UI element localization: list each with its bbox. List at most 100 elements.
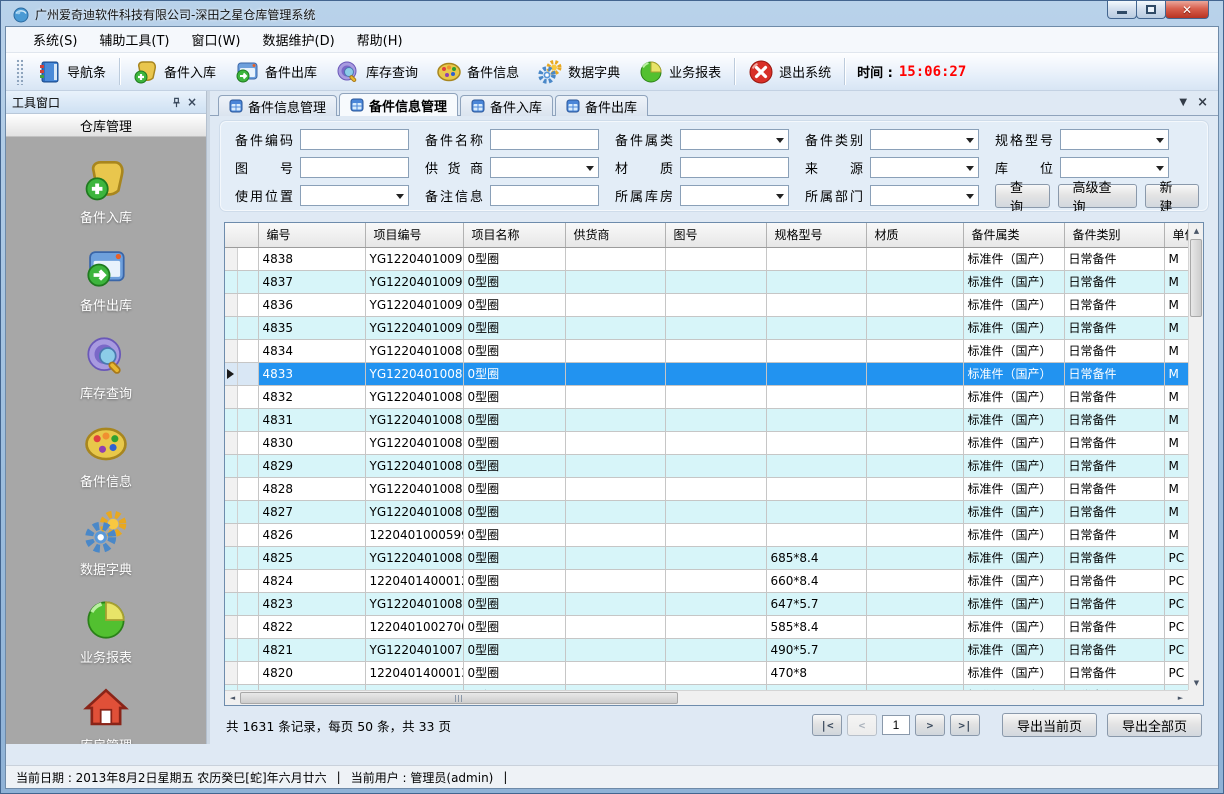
scroll-up-icon[interactable]: ▲ (1189, 223, 1204, 238)
table-row[interactable]: 4825YG122040100810型圈685*8.4标准件（国产）日常备件PC (225, 546, 1190, 569)
column-header-unit[interactable]: 单位 (1164, 223, 1190, 247)
menu-item-system[interactable]: 系统(S) (22, 26, 88, 53)
table-row[interactable]: 4835YG122040100900型圈标准件（国产）日常备件M (225, 316, 1190, 339)
part-code-input[interactable] (300, 129, 409, 150)
part-type-select[interactable] (870, 129, 979, 150)
toolbar-button-stock-query[interactable]: 库存查询 (326, 56, 427, 88)
tab-close-icon[interactable]: × (1197, 96, 1208, 110)
sidebar-item-biz-report[interactable]: 业务报表 (46, 593, 166, 670)
supplier-select[interactable] (490, 157, 599, 178)
table-row[interactable]: 4831YG122040100860型圈标准件（国产）日常备件M (225, 408, 1190, 431)
column-header-part-type[interactable]: 备件类别 (1064, 223, 1164, 247)
column-header-project-no[interactable]: 项目编号 (365, 223, 463, 247)
column-header-part-class[interactable]: 备件属类 (963, 223, 1064, 247)
table-row[interactable]: 482012204014000130型圈470*8标准件（国产）日常备件PC (225, 661, 1190, 684)
row-spacer-cell (237, 523, 258, 546)
source-select[interactable] (870, 157, 979, 178)
first-page-button[interactable]: |< (812, 714, 842, 736)
table-row[interactable]: 4836YG122040100910型圈标准件（国产）日常备件M (225, 293, 1190, 316)
sidebar-item-stock-query[interactable]: 库存查询 (46, 329, 166, 406)
column-header-row-indicator[interactable] (225, 223, 258, 247)
prev-page-button[interactable]: < (847, 714, 877, 736)
toolbar-button-biz-report[interactable]: 业务报表 (629, 56, 730, 88)
sidebar-item-parts-info[interactable]: 备件信息 (46, 417, 166, 494)
page-number-input[interactable] (882, 715, 910, 735)
menu-item-window[interactable]: 窗口(W) (181, 26, 252, 53)
table-row[interactable]: 482412204014000120型圈660*8.4标准件（国产）日常备件PC (225, 569, 1190, 592)
tab-parts-out[interactable]: 备件出库 (555, 95, 648, 116)
table-row[interactable]: 4833YG122040100880型圈标准件（国产）日常备件M (225, 362, 1190, 385)
tab-parts-info-mgmt-2[interactable]: 备件信息管理 (339, 93, 458, 116)
toolbar-button-parts-info[interactable]: 备件信息 (427, 56, 528, 88)
last-page-button[interactable]: >| (950, 714, 980, 736)
remark-input[interactable] (490, 185, 599, 206)
column-header-no[interactable]: 编号 (258, 223, 365, 247)
table-row[interactable]: 4830YG122040100850型圈标准件（国产）日常备件M (225, 431, 1190, 454)
table-row[interactable]: 4834YG122040100890型圈标准件（国产）日常备件M (225, 339, 1190, 362)
column-header-spec-model[interactable]: 规格型号 (766, 223, 866, 247)
query-button[interactable]: 查询 (995, 184, 1050, 208)
part-name-input[interactable] (490, 129, 599, 150)
column-header-drawing-no[interactable]: 图号 (665, 223, 766, 247)
table-row[interactable]: 4838YG122040100930型圈标准件（国产）日常备件M (225, 247, 1190, 270)
table-row[interactable]: 482212204010027000型圈585*8.4标准件（国产）日常备件PC (225, 615, 1190, 638)
horizontal-scroll-thumb[interactable] (240, 692, 678, 704)
sidebar-close-icon[interactable]: × (184, 94, 200, 110)
tab-parts-info-mgmt-1[interactable]: 备件信息管理 (218, 95, 337, 116)
table-row[interactable]: 482612204010005990型圈标准件（国产）日常备件M (225, 523, 1190, 546)
cell-project-name: 0型圈 (463, 270, 565, 293)
material-input[interactable] (680, 157, 789, 178)
warehouse-select[interactable] (680, 185, 789, 206)
new-button[interactable]: 新建 (1145, 184, 1200, 208)
menu-item-data-maintenance[interactable]: 数据维护(D) (252, 26, 346, 53)
department-select[interactable] (870, 185, 979, 206)
vertical-scroll-thumb[interactable] (1190, 239, 1202, 317)
pin-icon[interactable] (168, 94, 184, 110)
column-header-supplier[interactable]: 供货商 (565, 223, 665, 247)
maximize-button[interactable] (1136, 1, 1166, 19)
table-row[interactable]: 4823YG122040100800型圈647*5.7标准件（国产）日常备件PC (225, 592, 1190, 615)
sidebar-item-data-dict[interactable]: 数据字典 (46, 505, 166, 582)
usage-position-select[interactable] (300, 185, 409, 206)
export-current-page-button[interactable]: 导出当前页 (1002, 713, 1097, 737)
menu-item-help[interactable]: 帮助(H) (346, 26, 414, 53)
location-select[interactable] (1060, 157, 1169, 178)
next-page-button[interactable]: > (915, 714, 945, 736)
close-button[interactable]: ✕ (1165, 1, 1209, 19)
vertical-scrollbar[interactable]: ▲ ▼ (1188, 223, 1203, 690)
table-row[interactable]: 4837YG122040100920型圈标准件（国产）日常备件M (225, 270, 1190, 293)
column-header-project-name[interactable]: 项目名称 (463, 223, 565, 247)
warehouse-mgmt-section-header[interactable]: 仓库管理 (6, 114, 206, 137)
sidebar-item-parts-out[interactable]: 备件出库 (46, 241, 166, 318)
chevron-down-icon[interactable]: ▼ (1179, 96, 1187, 110)
tab-parts-in[interactable]: 备件入库 (460, 95, 553, 116)
column-header-material[interactable]: 材质 (866, 223, 963, 247)
scroll-right-icon[interactable]: ► (1173, 691, 1188, 706)
toolbar-button-parts-out[interactable]: 备件出库 (225, 56, 326, 88)
export-all-pages-button[interactable]: 导出全部页 (1107, 713, 1202, 737)
spec-model-select[interactable] (1060, 129, 1169, 150)
minimize-button[interactable] (1107, 1, 1137, 19)
scroll-down-icon[interactable]: ▼ (1189, 675, 1204, 690)
menu-item-assist-tools[interactable]: 辅助工具(T) (88, 26, 180, 53)
cell-no: 4835 (258, 316, 365, 339)
advanced-query-button[interactable]: 高级查询 (1058, 184, 1137, 208)
scroll-left-icon[interactable]: ◄ (225, 691, 240, 706)
table-row[interactable]: 4829YG122040100840型圈标准件（国产）日常备件M (225, 454, 1190, 477)
toolbar-separator (119, 58, 120, 85)
toolbar-button-navbar[interactable]: 导航条 (27, 56, 115, 88)
title-bar: 广州爱奇迪软件科技有限公司-深田之星仓库管理系统 (5, 1, 1219, 26)
table-row[interactable]: 4828YG122040100830型圈标准件（国产）日常备件M (225, 477, 1190, 500)
drawing-no-input[interactable] (300, 157, 409, 178)
part-class-select[interactable] (680, 129, 789, 150)
table-row[interactable]: 4827YG122040100820型圈标准件（国产）日常备件M (225, 500, 1190, 523)
table-row[interactable]: 4832YG122040100870型圈标准件（国产）日常备件M (225, 385, 1190, 408)
sidebar-item-warehouse-mgmt[interactable]: 库房管理 (46, 681, 166, 744)
toolbar-button-data-dict[interactable]: 数据字典 (528, 56, 629, 88)
toolbar-grip[interactable] (16, 59, 23, 85)
table-row[interactable]: 4821YG122040100790型圈490*5.7标准件（国产）日常备件PC (225, 638, 1190, 661)
toolbar-button-exit[interactable]: 退出系统 (739, 56, 840, 88)
sidebar-item-parts-in[interactable]: 备件入库 (46, 153, 166, 230)
toolbar-button-parts-in[interactable]: 备件入库 (124, 56, 225, 88)
horizontal-scrollbar[interactable]: ◄ ► (225, 690, 1188, 705)
